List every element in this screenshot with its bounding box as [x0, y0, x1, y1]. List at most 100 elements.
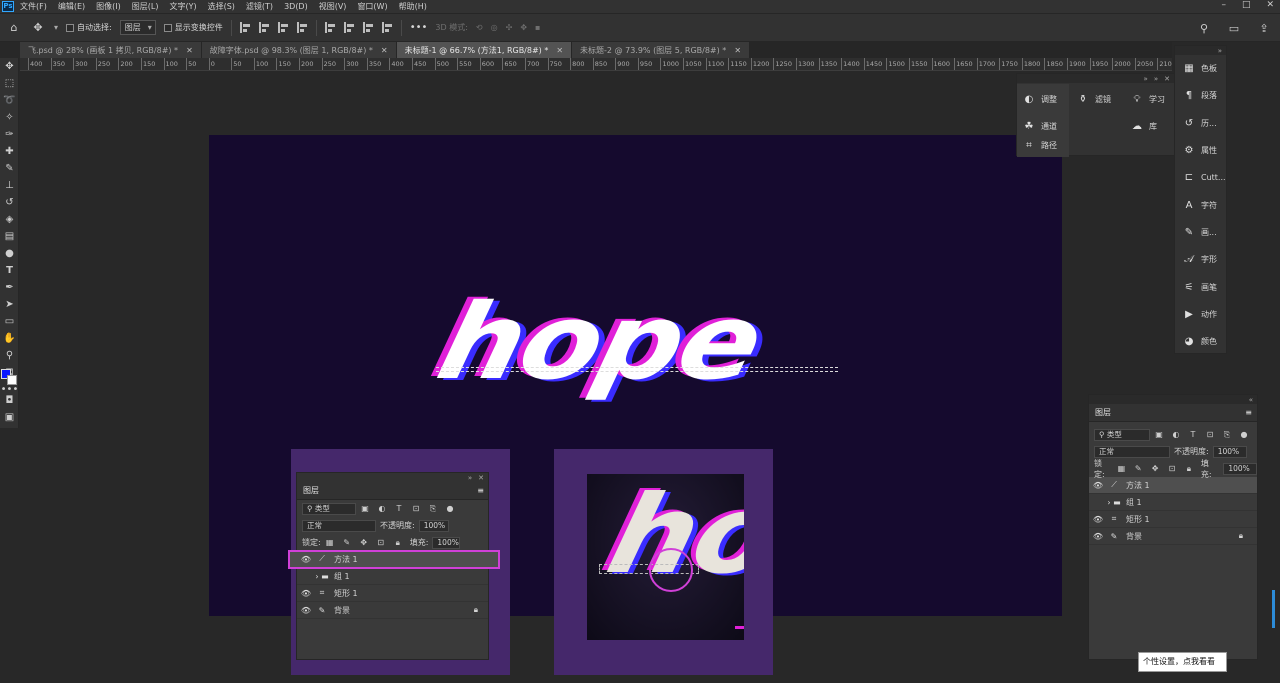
show-transform-checkbox[interactable]: 显示变换控件: [163, 22, 223, 33]
horizontal-ruler[interactable]: 400 350 300 250 200 150 100 50 0 50 100 150 200 250 30…: [20, 58, 1172, 71]
type-filter-icon[interactable]: T: [1188, 430, 1198, 440]
type-filter-icon[interactable]: T: [394, 504, 404, 514]
filter-toggle-icon[interactable]: ●: [1239, 430, 1249, 440]
adjustment-filter-icon[interactable]: ◐: [1171, 430, 1181, 440]
move-tool-icon[interactable]: ✥: [0, 58, 19, 75]
panel-actions[interactable]: ▶ 动作: [1175, 301, 1226, 328]
auto-select-checkbox[interactable]: 自动选择:: [66, 22, 112, 33]
menu-window[interactable]: 窗口(W): [357, 1, 387, 12]
collapse-icon[interactable]: »: [468, 474, 472, 482]
eye-icon[interactable]: 👁︎: [297, 606, 315, 615]
home-icon[interactable]: ⌂: [6, 20, 22, 36]
lock-move-icon[interactable]: ✥: [359, 538, 369, 548]
layer-row[interactable]: 👁︎ ⟋ 方法 1: [1089, 477, 1257, 494]
layer-row[interactable]: 👁︎ ✎ 背景 🔒︎: [1089, 528, 1257, 545]
magic-wand-icon[interactable]: ✧: [0, 109, 19, 126]
healing-brush-icon[interactable]: ✚: [0, 143, 19, 160]
tab-doc-1[interactable]: 飞.psd @ 28% (画板 1 拷贝, RGB/8#) * ✕: [20, 42, 202, 58]
align-top-icon[interactable]: [324, 22, 336, 33]
marquee-tool-icon[interactable]: ⬚: [0, 75, 19, 92]
lock-all-icon[interactable]: 🔒︎: [1184, 464, 1194, 474]
panel-swatches[interactable]: ▦ 色板: [1175, 55, 1226, 82]
tab-doc-2[interactable]: 故障字体.psd @ 98.3% (图层 1, RGB/8#) * ✕: [201, 42, 397, 58]
collapse-icon[interactable]: »: [1218, 47, 1222, 55]
rectangle-tool-icon[interactable]: ▭: [0, 313, 19, 330]
lock-all-icon[interactable]: 🔒︎: [393, 538, 403, 548]
collapse-icon[interactable]: »: [1144, 75, 1148, 83]
gradient-icon[interactable]: ▤: [0, 228, 19, 245]
close-icon[interactable]: ✕: [478, 474, 484, 482]
panel-menu-icon[interactable]: ≡: [477, 486, 484, 495]
auto-select-dropdown[interactable]: 图层: [119, 20, 156, 35]
distribute-vertical-icon[interactable]: [381, 22, 393, 33]
lock-move-icon[interactable]: ✥: [1150, 464, 1160, 474]
distribute-icon[interactable]: [296, 22, 308, 33]
pen-tool-icon[interactable]: ✒: [0, 279, 19, 296]
panel-collapse-bar[interactable]: » » ✕: [1017, 74, 1174, 83]
hand-tool-icon[interactable]: ✋: [0, 330, 19, 347]
type-tool-icon[interactable]: T: [0, 262, 19, 279]
panel-learn[interactable]: 💡︎ 学习: [1131, 93, 1166, 105]
eye-icon[interactable]: 👁︎: [297, 555, 315, 564]
filter-toggle-icon[interactable]: ●: [445, 504, 455, 514]
eye-icon[interactable]: 👁︎: [1089, 532, 1107, 541]
panel-glyphs[interactable]: 𝒜 字形: [1175, 246, 1226, 273]
more-options-button[interactable]: •••: [410, 22, 428, 33]
mini-fill-input[interactable]: 100%: [432, 536, 461, 549]
panel-menu-icon[interactable]: ≡: [1245, 408, 1252, 417]
adjustment-filter-icon[interactable]: ◐: [377, 504, 387, 514]
opacity-input[interactable]: 100%: [1212, 445, 1247, 458]
close-icon[interactable]: ✕: [1164, 75, 1170, 83]
close-window-button[interactable]: ✕: [1266, 0, 1274, 10]
share-icon[interactable]: ⇪: [1256, 20, 1272, 36]
align-middle-icon[interactable]: [343, 22, 355, 33]
search-icon[interactable]: ⚲: [1196, 20, 1212, 36]
panel-filter[interactable]: ⚱ 滤镜: [1077, 93, 1111, 105]
align-bottom-icon[interactable]: [362, 22, 374, 33]
chevron-down-icon[interactable]: ▾: [54, 23, 58, 32]
smart-filter-icon[interactable]: ⎘: [428, 504, 438, 514]
panel-collapse-bar[interactable]: » ✕: [297, 473, 488, 482]
panel-color[interactable]: ◕ 颜色: [1175, 328, 1226, 355]
workspace-icon[interactable]: ▭: [1226, 20, 1242, 36]
mini-layer-row[interactable]: 👁︎ ⌗ 矩形 1: [297, 585, 488, 602]
tab-doc-3[interactable]: 未标题-1 @ 66.7% (方法1, RGB/8#) * ✕: [396, 42, 573, 58]
menu-edit[interactable]: 编辑(E): [58, 1, 85, 12]
image-filter-icon[interactable]: ▣: [360, 504, 370, 514]
panel-libraries[interactable]: ☁ 库: [1131, 120, 1157, 132]
lock-pixels-icon[interactable]: ▦: [1116, 464, 1126, 474]
panel-collapse-bar[interactable]: »: [1175, 46, 1226, 55]
panel-paths[interactable]: ⌗ 路径: [1023, 139, 1057, 151]
align-center-icon[interactable]: [258, 22, 270, 33]
mini-layer-row[interactable]: 👁︎ ✎ 背景 🔒︎: [297, 602, 488, 619]
tab-doc-4[interactable]: 未标题-2 @ 73.9% (图层 5, RGB/8#) * ✕: [572, 42, 751, 58]
panel-history[interactable]: ↺ 历...: [1175, 110, 1226, 137]
brush-tool-icon[interactable]: ✎: [0, 160, 19, 177]
menu-view[interactable]: 视图(V): [319, 1, 347, 12]
lock-pixels-icon[interactable]: ▦: [325, 538, 335, 548]
close-icon[interactable]: ✕: [186, 46, 193, 55]
auto-select-check[interactable]: [66, 23, 75, 32]
dodge-icon[interactable]: ●: [0, 245, 19, 262]
shape-filter-icon[interactable]: ⊡: [411, 504, 421, 514]
panel-collapse-bar[interactable]: «: [1089, 395, 1257, 404]
panel-brush-settings[interactable]: ⚟ 画笔: [1175, 273, 1226, 300]
smart-filter-icon[interactable]: ⎘: [1222, 430, 1232, 440]
panel-brush-preset[interactable]: ✎ 画...: [1175, 219, 1226, 246]
shape-filter-icon[interactable]: ⊡: [1205, 430, 1215, 440]
panel-properties[interactable]: ⚙ 属性: [1175, 137, 1226, 164]
panel-channels[interactable]: ☘ 通道: [1023, 120, 1057, 132]
menu-image[interactable]: 图像(I): [96, 1, 121, 12]
align-right-icon[interactable]: [277, 22, 289, 33]
eye-icon[interactable]: 👁︎: [1089, 515, 1107, 524]
panel-adjustments[interactable]: ◐ 调整: [1023, 93, 1057, 105]
panel-character[interactable]: A 字符: [1175, 191, 1226, 218]
align-left-icon[interactable]: [239, 22, 251, 33]
layer-row[interactable]: 👁︎ ⌗ 矩形 1: [1089, 511, 1257, 528]
layer-filter-select[interactable]: ⚲ 类型: [1094, 428, 1150, 441]
personalize-tooltip[interactable]: 个性设置，点我看看: [1138, 652, 1227, 672]
mini-layer-row[interactable]: 👁︎ ⟋ 方法 1: [288, 550, 500, 569]
mini-layer-row[interactable]: › ▬ 组 1: [297, 568, 488, 585]
eye-icon[interactable]: 👁︎: [1089, 481, 1107, 490]
menu-type[interactable]: 文字(Y): [169, 1, 196, 12]
